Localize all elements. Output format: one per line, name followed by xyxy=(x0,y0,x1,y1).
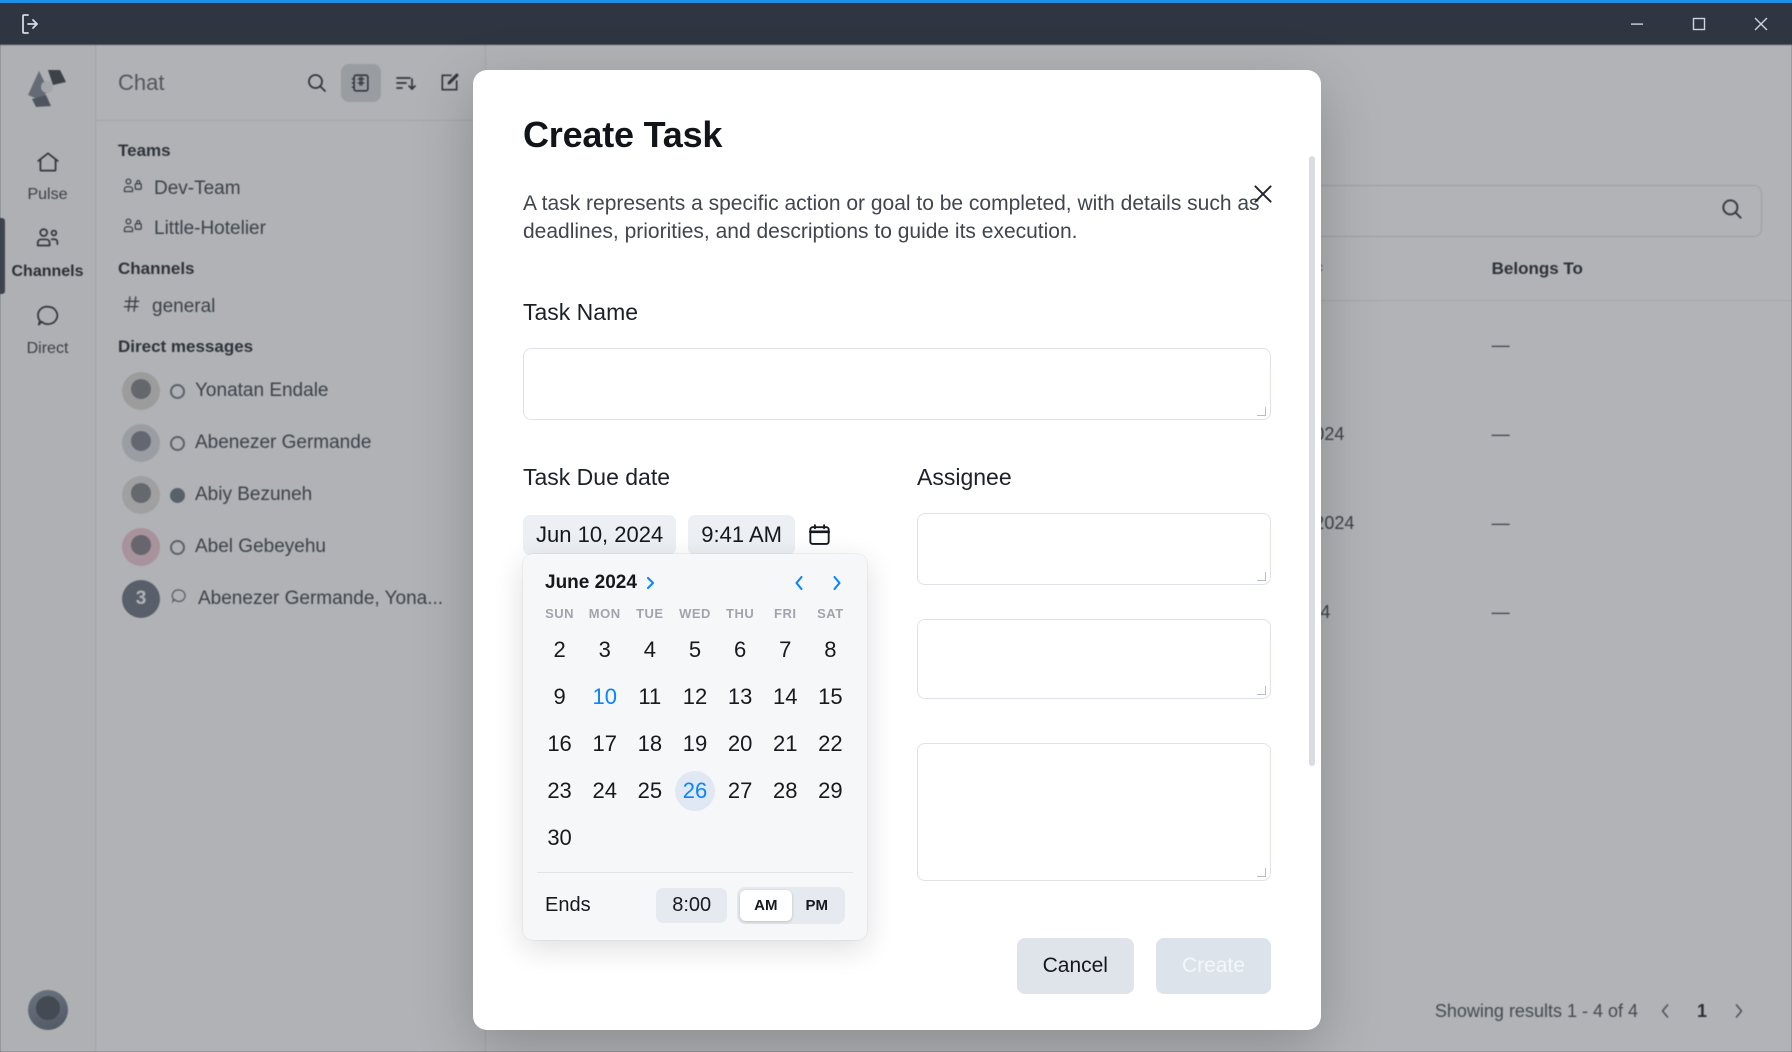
calendar-day[interactable]: 14 xyxy=(763,674,808,721)
due-date-chip[interactable]: Jun 10, 2024 xyxy=(523,514,677,555)
calendar-day[interactable]: 5 xyxy=(672,627,717,674)
task-name-label: Task Name xyxy=(523,298,639,325)
date-picker-month-label[interactable]: June 2024 xyxy=(545,572,637,594)
due-date-controls: Jun 10, 2024 9:41 AM xyxy=(523,514,877,555)
create-task-dialog: Create Task A task represents a specific… xyxy=(473,70,1321,1030)
weekday-label: THU xyxy=(726,605,755,621)
dialog-actions: Cancel Create xyxy=(1016,938,1271,994)
close-button[interactable] xyxy=(1730,3,1792,45)
dialog-scrollbar[interactable] xyxy=(1309,156,1315,766)
assignee-label: Assignee xyxy=(917,463,1012,490)
assignee-input[interactable] xyxy=(917,512,1271,585)
due-date-group: Task Due date Jun 10, 2024 9:41 AM June … xyxy=(523,463,877,940)
chevron-left-icon[interactable] xyxy=(791,573,807,593)
calendar-day-selected[interactable]: 26 xyxy=(672,768,717,815)
calendar-day xyxy=(763,815,808,862)
ends-time-input[interactable]: 8:00 xyxy=(656,887,728,923)
calendar-day[interactable]: 17 xyxy=(582,721,627,768)
calendar-day[interactable]: 11 xyxy=(627,674,672,721)
calendar-grid: 2 3 4 5 6 7 8 9 10 11 12 13 14 15 16 17 … xyxy=(537,627,853,862)
assignee-field[interactable] xyxy=(918,513,1270,584)
chevron-right-icon[interactable] xyxy=(829,573,845,593)
weekday-label: TUE xyxy=(636,605,664,621)
assignee-group: Assignee xyxy=(917,464,1271,881)
calendar-day[interactable]: 9 xyxy=(537,674,582,721)
calendar-day[interactable]: 8 xyxy=(808,627,853,674)
export-door-icon[interactable] xyxy=(0,2,62,47)
calendar-day[interactable]: 2 xyxy=(537,627,582,674)
calendar-day xyxy=(718,815,763,862)
due-time-chip[interactable]: 9:41 AM xyxy=(688,514,795,555)
calendar-day[interactable]: 25 xyxy=(627,768,672,815)
due-date-label: Task Due date xyxy=(523,463,671,490)
calendar-day[interactable]: 4 xyxy=(627,627,672,674)
weekday-label: WED xyxy=(679,605,711,621)
weekday-header-row: SUN MON TUE WED THU FRI SAT xyxy=(537,606,853,627)
dialog-description: A task represents a specific action or g… xyxy=(523,192,1260,244)
weekday-label: FRI xyxy=(774,605,797,621)
task-name-field[interactable] xyxy=(524,348,1270,419)
create-button[interactable]: Create xyxy=(1155,938,1271,994)
window-titlebar xyxy=(0,0,1792,45)
ends-label: Ends xyxy=(545,893,591,916)
close-icon[interactable] xyxy=(1247,178,1279,210)
calendar-day-current[interactable]: 10 xyxy=(582,674,627,721)
minimize-button[interactable] xyxy=(1606,3,1668,45)
maximize-button[interactable] xyxy=(1668,3,1730,45)
calendar-day[interactable]: 18 xyxy=(627,721,672,768)
calendar-day xyxy=(627,815,672,862)
calendar-day[interactable]: 24 xyxy=(582,768,627,815)
calendar-day[interactable]: 21 xyxy=(763,721,808,768)
date-picker-header: June 2024 xyxy=(537,570,853,606)
weekday-label: SAT xyxy=(817,605,844,621)
calendar-day[interactable]: 13 xyxy=(718,674,763,721)
calendar-day[interactable]: 12 xyxy=(672,674,717,721)
calendar-day[interactable]: 27 xyxy=(718,768,763,815)
meridiem-toggle: AM PM xyxy=(737,886,845,924)
calendar-day[interactable]: 16 xyxy=(537,721,582,768)
application-window: Pulse Channels Direct Chat Teams Dev-Tea… xyxy=(0,0,1792,1052)
calendar-day[interactable]: 15 xyxy=(808,674,853,721)
calendar-day[interactable]: 22 xyxy=(808,721,853,768)
cancel-button[interactable]: Cancel xyxy=(1016,938,1134,994)
calendar-icon[interactable] xyxy=(807,522,832,547)
calendar-day[interactable]: 30 xyxy=(537,815,582,862)
date-picker-nav xyxy=(791,573,845,593)
meridiem-am-option[interactable]: AM xyxy=(740,889,792,921)
calendar-day xyxy=(808,815,853,862)
calendar-day[interactable]: 29 xyxy=(808,768,853,815)
due-date-assignee-row: Task Due date Jun 10, 2024 9:41 AM June … xyxy=(523,463,1271,940)
secondary-field[interactable] xyxy=(917,618,1271,699)
task-name-input[interactable] xyxy=(523,347,1271,420)
weekday-label: MON xyxy=(588,605,621,621)
calendar-day[interactable]: 3 xyxy=(582,627,627,674)
dialog-title: Create Task xyxy=(523,114,723,155)
calendar-day[interactable]: 7 xyxy=(763,627,808,674)
calendar-day[interactable]: 6 xyxy=(718,627,763,674)
date-picker-footer: Ends 8:00 AM PM xyxy=(537,871,853,940)
meridiem-pm-option[interactable]: PM xyxy=(792,890,843,921)
calendar-day[interactable]: 23 xyxy=(537,768,582,815)
description-field[interactable] xyxy=(917,742,1271,881)
calendar-day xyxy=(582,815,627,862)
calendar-day[interactable]: 19 xyxy=(672,721,717,768)
chevron-right-icon[interactable] xyxy=(644,575,657,591)
weekday-label: SUN xyxy=(545,605,575,621)
calendar-day[interactable]: 20 xyxy=(718,721,763,768)
calendar-day xyxy=(672,815,717,862)
calendar-day[interactable]: 28 xyxy=(763,768,808,815)
date-picker-popover: June 2024 SUN MON TUE WED THU FRI SAT 2 … xyxy=(523,553,867,940)
